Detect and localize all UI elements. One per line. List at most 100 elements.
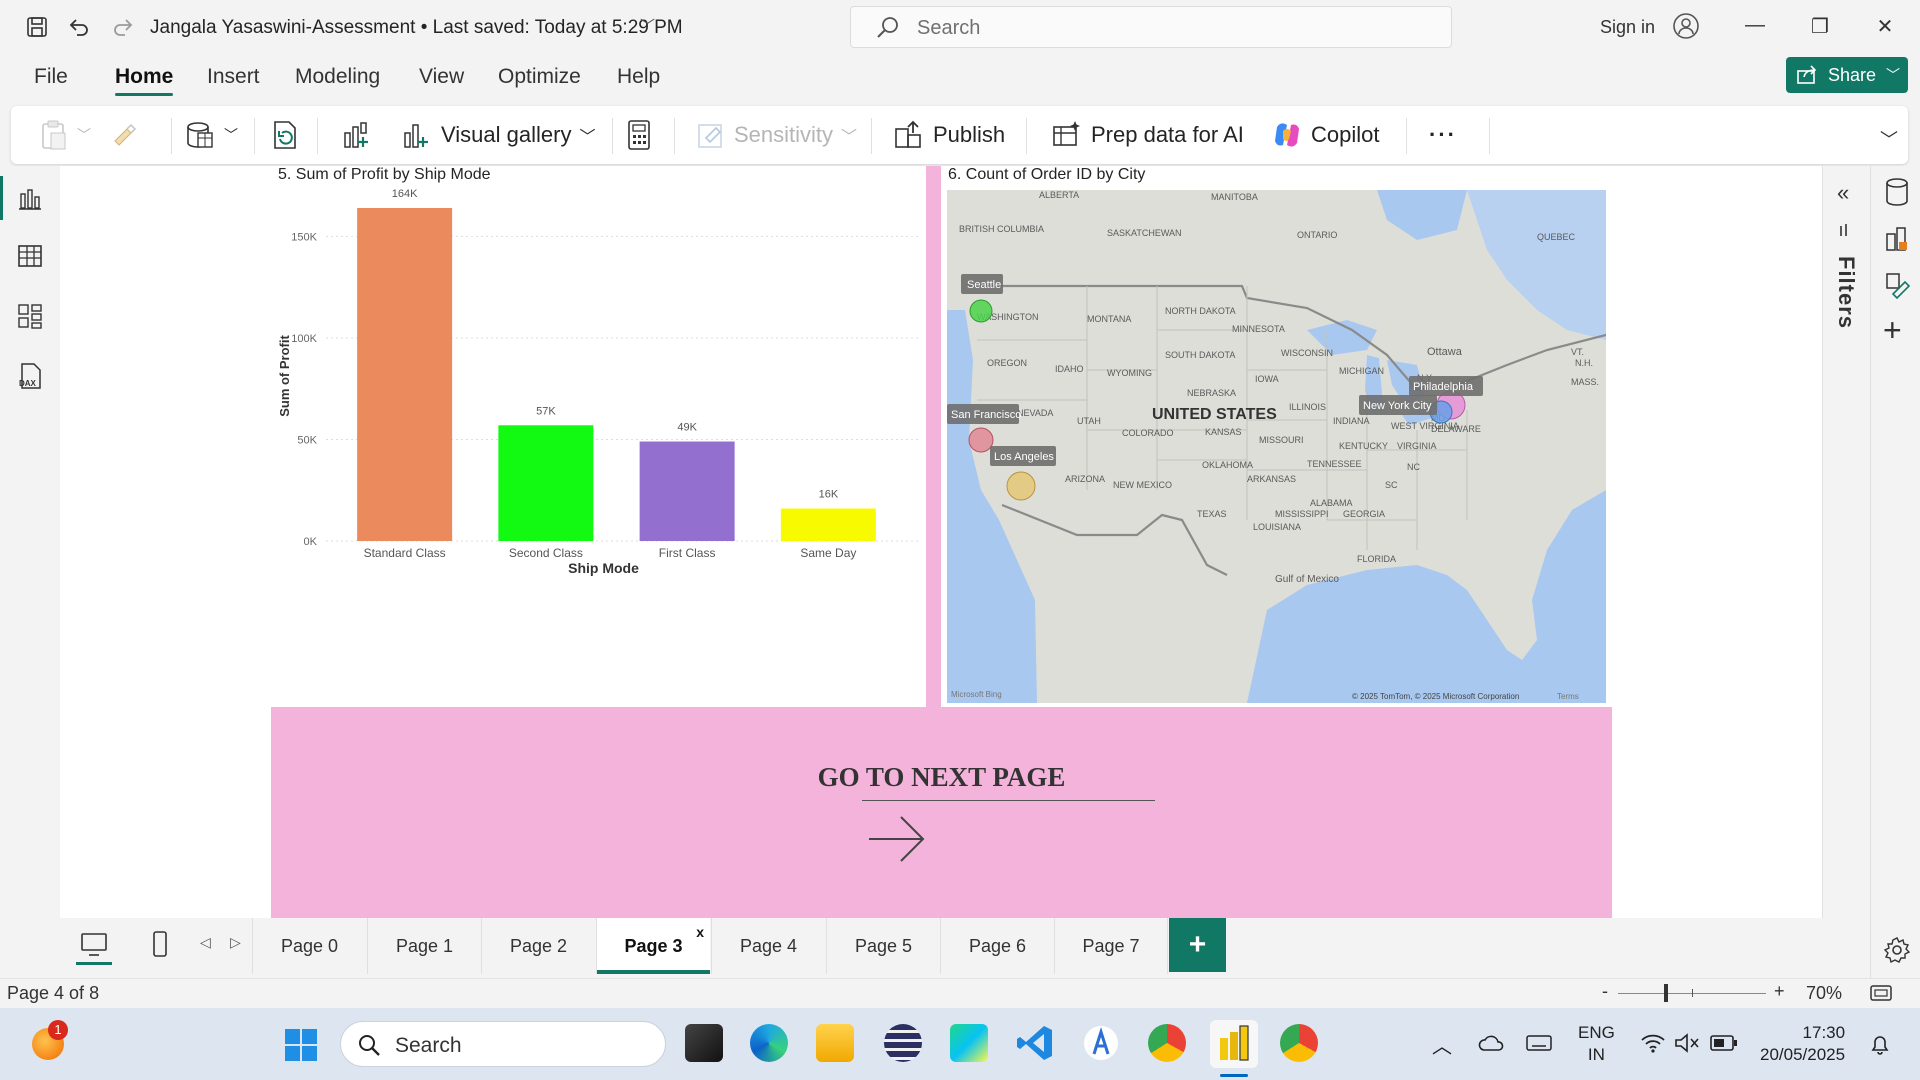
bar-same-day[interactable]: [780, 508, 876, 541]
tab-page-1[interactable]: Page 1: [367, 918, 481, 974]
menu-view[interactable]: View: [419, 65, 464, 89]
battery-icon[interactable]: [1710, 1034, 1738, 1052]
onedrive-cloud-icon[interactable]: [1478, 1032, 1506, 1052]
file-explorer-icon[interactable]: [816, 1024, 854, 1062]
tab-page-7[interactable]: Page 7: [1054, 918, 1168, 974]
publish-button[interactable]: Publish: [893, 118, 1005, 152]
arrow-right-icon[interactable]: [867, 814, 927, 864]
city-bubble-los-angeles[interactable]: [1006, 471, 1036, 501]
share-button[interactable]: Share ﹀: [1786, 57, 1908, 93]
settings-gear-icon[interactable]: [1883, 936, 1911, 964]
filters-pane-collapsed[interactable]: « Filters: [1822, 166, 1870, 918]
chrome-icon[interactable]: [1148, 1024, 1186, 1062]
fit-to-page-icon[interactable]: [1870, 984, 1892, 1002]
map-area[interactable]: ALBERTA MANITOBA BRITISH COLUMBIA SASKAT…: [947, 190, 1606, 703]
menu-modeling[interactable]: Modeling: [295, 65, 380, 89]
system-clock[interactable]: 17:30 20/05/2025: [1760, 1022, 1845, 1066]
map-terms-link[interactable]: Terms: [1557, 692, 1579, 701]
format-painter-button[interactable]: [111, 118, 139, 152]
scroll-right-icon[interactable]: ▷: [230, 934, 241, 951]
zoom-level[interactable]: 70%: [1806, 983, 1842, 1004]
tab-page-2[interactable]: Page 2: [481, 918, 595, 974]
windows-start-icon[interactable]: [284, 1028, 318, 1062]
tab-page-3[interactable]: Page 3 x: [596, 918, 710, 974]
zoom-out-button[interactable]: -: [1602, 981, 1608, 1002]
undo-icon[interactable]: [64, 12, 94, 42]
menu-optimize[interactable]: Optimize: [498, 65, 581, 89]
sign-in-link[interactable]: Sign in: [1600, 17, 1655, 38]
title-chevron-down-icon[interactable]: ﹀: [640, 15, 655, 36]
menu-help[interactable]: Help: [617, 65, 660, 89]
order-count-by-city-map-visual[interactable]: 6. Count of Order ID by City ALBERTA MAN…: [941, 166, 1612, 707]
data-pane-icon[interactable]: [1883, 176, 1911, 208]
visualizations-pane-icon[interactable]: [1883, 222, 1911, 254]
desktop-layout-icon[interactable]: [80, 932, 108, 958]
refresh-button[interactable]: [269, 118, 301, 152]
sensitivity-button[interactable]: Sensitivity ﹀: [696, 118, 857, 152]
ribbon-divider: [674, 118, 675, 154]
minimize-icon[interactable]: —: [1740, 14, 1770, 37]
eclipse-ide-icon[interactable]: [884, 1024, 922, 1062]
table-view-icon[interactable]: [16, 242, 44, 270]
bar-second-class[interactable]: [498, 425, 594, 541]
wifi-icon[interactable]: [1640, 1032, 1666, 1054]
notifications-bell-icon[interactable]: [1868, 1032, 1892, 1056]
model-view-icon[interactable]: [16, 302, 44, 330]
new-visual-button[interactable]: [341, 118, 373, 152]
tab-page-4[interactable]: Page 4: [711, 918, 825, 974]
city-bubble-san-francisco[interactable]: [968, 427, 994, 453]
zoom-in-button[interactable]: +: [1774, 981, 1785, 1002]
tab-page-5[interactable]: Page 5: [826, 918, 940, 974]
bar-first-class[interactable]: [639, 441, 735, 541]
tab-page-0[interactable]: Page 0: [252, 918, 366, 974]
report-view-icon[interactable]: [16, 184, 44, 212]
pycharm-icon[interactable]: [950, 1024, 988, 1062]
redo-icon[interactable]: [108, 12, 138, 42]
add-page-button[interactable]: +: [1169, 918, 1226, 972]
input-language-indicator[interactable]: ENG IN: [1578, 1022, 1615, 1066]
add-pane-plus-icon[interactable]: +: [1883, 312, 1902, 349]
search-input[interactable]: Search: [850, 6, 1452, 48]
format-pane-icon[interactable]: [1883, 270, 1911, 302]
menu-file[interactable]: File: [34, 65, 68, 89]
mobile-layout-icon[interactable]: [150, 930, 170, 958]
city-bubble-seattle[interactable]: [969, 299, 993, 323]
expand-filters-chevron-icon[interactable]: «: [1837, 180, 1849, 206]
visual-gallery-button[interactable]: Visual gallery ﹀: [401, 118, 595, 152]
menu-home[interactable]: Home: [115, 65, 173, 89]
ribbon-collapse-chevron-icon[interactable]: ﹀: [1880, 126, 1898, 152]
edge-browser-icon[interactable]: [750, 1024, 788, 1062]
pen-app-icon[interactable]: [1082, 1024, 1120, 1062]
document-title[interactable]: Jangala Yasaswini-Assessment • Last save…: [150, 17, 683, 39]
dax-query-view-icon[interactable]: DAX: [16, 362, 44, 390]
volume-muted-icon[interactable]: [1674, 1032, 1700, 1054]
menu-insert[interactable]: Insert: [207, 65, 260, 89]
profit-by-ship-mode-visual[interactable]: 5. Sum of Profit by Ship Mode 0K 50K 100K 1…: [271, 166, 926, 707]
copilot-button[interactable]: Copilot: [1271, 118, 1379, 152]
chrome-profile-icon[interactable]: [1280, 1024, 1318, 1062]
prep-data-for-ai-button[interactable]: Prep data for AI: [1051, 118, 1244, 152]
bar-standard-class[interactable]: [357, 208, 453, 541]
vscode-icon[interactable]: [1016, 1024, 1054, 1062]
restore-icon[interactable]: ❐: [1805, 14, 1835, 39]
close-icon[interactable]: ✕: [1870, 14, 1900, 39]
scroll-left-icon[interactable]: ◁: [200, 934, 211, 951]
go-to-next-page-button[interactable]: GO TO NEXT PAGE: [271, 762, 1612, 793]
taskbar-search-input[interactable]: Search: [340, 1021, 666, 1067]
tab-page-6[interactable]: Page 6: [940, 918, 1054, 974]
get-data-button[interactable]: ﹀: [184, 118, 238, 152]
filters-label[interactable]: Filters: [1833, 256, 1859, 329]
powerbi-taskbar-item[interactable]: [1210, 1020, 1258, 1068]
paste-button[interactable]: ﹀: [39, 118, 91, 152]
zoom-slider-thumb[interactable]: [1664, 984, 1668, 1002]
account-icon[interactable]: [1672, 12, 1700, 40]
task-view-icon[interactable]: [685, 1024, 723, 1062]
new-measure-button[interactable]: [625, 118, 653, 152]
show-hidden-icons-chevron-icon[interactable]: ︿: [1432, 1030, 1452, 1059]
keyboard-icon[interactable]: [1526, 1034, 1552, 1052]
right-pane-icons: +: [1870, 166, 1920, 978]
more-options-button[interactable]: ···: [1429, 118, 1457, 152]
save-icon[interactable]: [22, 12, 52, 42]
close-tab-icon[interactable]: x: [696, 924, 704, 940]
map-label: ILLINOIS: [1289, 402, 1326, 412]
